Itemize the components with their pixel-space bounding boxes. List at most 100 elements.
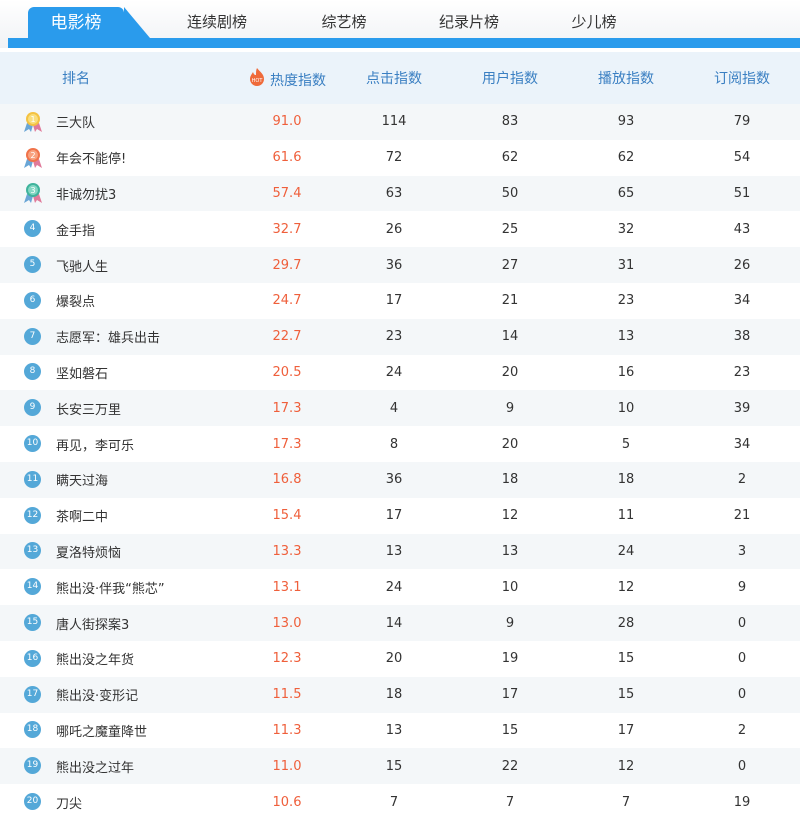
subscribe-value: 54 bbox=[733, 150, 751, 166]
user-value: 22 bbox=[501, 758, 519, 774]
table-row[interactable]: 2 年会不能停! 61.6 72 62 62 54 bbox=[0, 140, 800, 176]
title-cell: 1 三大队 bbox=[0, 111, 238, 133]
title-text[interactable]: 熊出没之年货 bbox=[56, 649, 134, 668]
rank-badge: 7 bbox=[22, 326, 44, 348]
title-text[interactable]: 熊出没·变形记 bbox=[56, 685, 138, 704]
title-text[interactable]: 再见，李可乐 bbox=[56, 435, 134, 454]
table-row[interactable]: 10 再见，李可乐 17.3 8 20 5 34 bbox=[0, 426, 800, 462]
col-user-header[interactable]: 用户指数 bbox=[452, 68, 568, 88]
rank-badge: 11 bbox=[22, 469, 44, 491]
table-row[interactable]: 11 瞒天过海 16.8 36 18 18 2 bbox=[0, 461, 800, 498]
tab-movies[interactable]: 电影榜 bbox=[28, 7, 150, 38]
heat-value: 57.4 bbox=[238, 186, 336, 201]
title-text[interactable]: 哪吒之魔童降世 bbox=[56, 721, 147, 740]
table-row[interactable]: 8 坚如磐石 20.5 24 20 16 23 bbox=[0, 355, 800, 391]
heat-value-text: 11.5 bbox=[272, 687, 302, 703]
table-row[interactable]: 14 熊出没·伴我“熊芯” 13.1 24 10 12 9 bbox=[0, 569, 800, 605]
click-value: 23 bbox=[385, 329, 403, 345]
click-value: 13 bbox=[385, 543, 403, 559]
click-value: 14 bbox=[385, 615, 403, 631]
subscribe-value: 34 bbox=[733, 436, 751, 452]
title-text[interactable]: 非诚勿扰3 bbox=[56, 184, 116, 203]
heat-value: 15.4 bbox=[238, 508, 336, 523]
title-text[interactable]: 夏洛特烦恼 bbox=[56, 542, 121, 561]
title-cell: 9 长安三万里 bbox=[0, 397, 238, 419]
heat-value: 17.3 bbox=[238, 401, 336, 416]
table-row[interactable]: 16 熊出没之年货 12.3 20 19 15 0 bbox=[0, 641, 800, 677]
title-text[interactable]: 三大队 bbox=[56, 112, 95, 131]
click-value: 17 bbox=[385, 293, 403, 309]
title-text[interactable]: 瞒天过海 bbox=[56, 470, 108, 489]
play-value: 15 bbox=[617, 687, 635, 703]
table-row[interactable]: 18 哪吒之魔童降世 11.3 13 15 17 2 bbox=[0, 713, 800, 749]
table-row[interactable]: 3 非诚勿扰3 57.4 63 50 65 51 bbox=[0, 175, 800, 212]
table-row[interactable]: 17 熊出没·变形记 11.5 18 17 15 0 bbox=[0, 676, 800, 713]
click-value: 17 bbox=[385, 508, 403, 524]
title-cell: 2 年会不能停! bbox=[0, 147, 238, 169]
title-cell: 19 熊出没之过年 bbox=[0, 755, 238, 777]
heat-value-text: 20.5 bbox=[272, 364, 302, 380]
col-play-header[interactable]: 播放指数 bbox=[568, 68, 684, 88]
play-value: 32 bbox=[617, 221, 635, 237]
heat-value-text: 17.3 bbox=[272, 436, 302, 452]
click-value: 72 bbox=[385, 150, 403, 166]
col-subscribe-header[interactable]: 订阅指数 bbox=[684, 68, 800, 88]
title-text[interactable]: 熊出没之过年 bbox=[56, 757, 134, 776]
heat-value-text: 12.3 bbox=[272, 651, 302, 667]
table-row[interactable]: 19 熊出没之过年 11.0 15 22 12 0 bbox=[0, 748, 800, 785]
title-text[interactable]: 刀尖 bbox=[56, 793, 82, 812]
tab-kids[interactable]: 少儿榜 bbox=[564, 0, 624, 38]
user-value: 13 bbox=[501, 543, 519, 559]
subscribe-value: 0 bbox=[737, 615, 747, 631]
tab-documentary[interactable]: 纪录片榜 bbox=[432, 0, 506, 38]
heat-value-text: 24.7 bbox=[272, 293, 302, 309]
table-body: 1 三大队 91.0 114 83 93 79 2 年会不能停! 61.6 72 62 62 54 3 非诚勿… bbox=[0, 104, 800, 820]
play-value: 17 bbox=[617, 722, 635, 738]
title-cell: 11 瞒天过海 bbox=[0, 469, 238, 491]
subscribe-value: 79 bbox=[733, 114, 751, 130]
col-click-header[interactable]: 点击指数 bbox=[336, 68, 452, 88]
rank-number: 10 bbox=[24, 435, 41, 453]
heat-value: 11.5 bbox=[238, 687, 336, 702]
col-heat-header[interactable]: HOT 热度指数 bbox=[238, 67, 336, 90]
title-text[interactable]: 爆裂点 bbox=[56, 291, 95, 310]
user-value: 20 bbox=[501, 364, 519, 380]
user-value: 27 bbox=[501, 257, 519, 273]
title-text[interactable]: 长安三万里 bbox=[56, 399, 121, 418]
subscribe-value: 2 bbox=[737, 472, 747, 488]
heat-value-text: 29.7 bbox=[272, 257, 302, 273]
table-row[interactable]: 6 爆裂点 24.7 17 21 23 34 bbox=[0, 283, 800, 319]
table-row[interactable]: 20 刀尖 10.6 7 7 7 19 bbox=[0, 784, 800, 820]
tab-variety[interactable]: 综艺榜 bbox=[314, 0, 374, 38]
table-row[interactable]: 7 志愿军：雄兵出击 22.7 23 14 13 38 bbox=[0, 318, 800, 355]
table-row[interactable]: 1 三大队 91.0 114 83 93 79 bbox=[0, 104, 800, 140]
table-row[interactable]: 15 唐人街探案3 13.0 14 9 28 0 bbox=[0, 605, 800, 641]
table-row[interactable]: 4 金手指 32.7 26 25 32 43 bbox=[0, 211, 800, 247]
col-rank-header[interactable]: 排名 bbox=[0, 68, 238, 88]
heat-value: 11.0 bbox=[238, 759, 336, 774]
title-text[interactable]: 茶啊二中 bbox=[56, 506, 108, 525]
subscribe-value: 23 bbox=[733, 364, 751, 380]
title-cell: 14 熊出没·伴我“熊芯” bbox=[0, 576, 238, 598]
table-row[interactable]: 12 茶啊二中 15.4 17 12 11 21 bbox=[0, 498, 800, 534]
table-row[interactable]: 5 飞驰人生 29.7 36 27 31 26 bbox=[0, 247, 800, 283]
rank-number: 9 bbox=[24, 399, 41, 417]
table-row[interactable]: 13 夏洛特烦恼 13.3 13 13 24 3 bbox=[0, 533, 800, 570]
title-text[interactable]: 坚如磐石 bbox=[56, 363, 108, 382]
title-text[interactable]: 唐人街探案3 bbox=[56, 614, 129, 633]
title-text[interactable]: 金手指 bbox=[56, 220, 95, 239]
heat-value-text: 61.6 bbox=[272, 150, 302, 166]
user-value: 25 bbox=[501, 221, 519, 237]
title-text[interactable]: 志愿军：雄兵出击 bbox=[56, 327, 160, 346]
title-text[interactable]: 熊出没·伴我“熊芯” bbox=[56, 578, 165, 597]
user-value: 50 bbox=[501, 185, 519, 201]
user-value: 14 bbox=[501, 329, 519, 345]
play-value: 13 bbox=[617, 329, 635, 345]
title-cell: 5 飞驰人生 bbox=[0, 254, 238, 276]
table-row[interactable]: 9 长安三万里 17.3 4 9 10 39 bbox=[0, 390, 800, 427]
play-value: 12 bbox=[617, 758, 635, 774]
title-text[interactable]: 年会不能停! bbox=[56, 148, 126, 167]
tab-tv-series[interactable]: 连续剧榜 bbox=[180, 0, 254, 38]
rank-number: 19 bbox=[24, 757, 41, 775]
title-text[interactable]: 飞驰人生 bbox=[56, 256, 108, 275]
